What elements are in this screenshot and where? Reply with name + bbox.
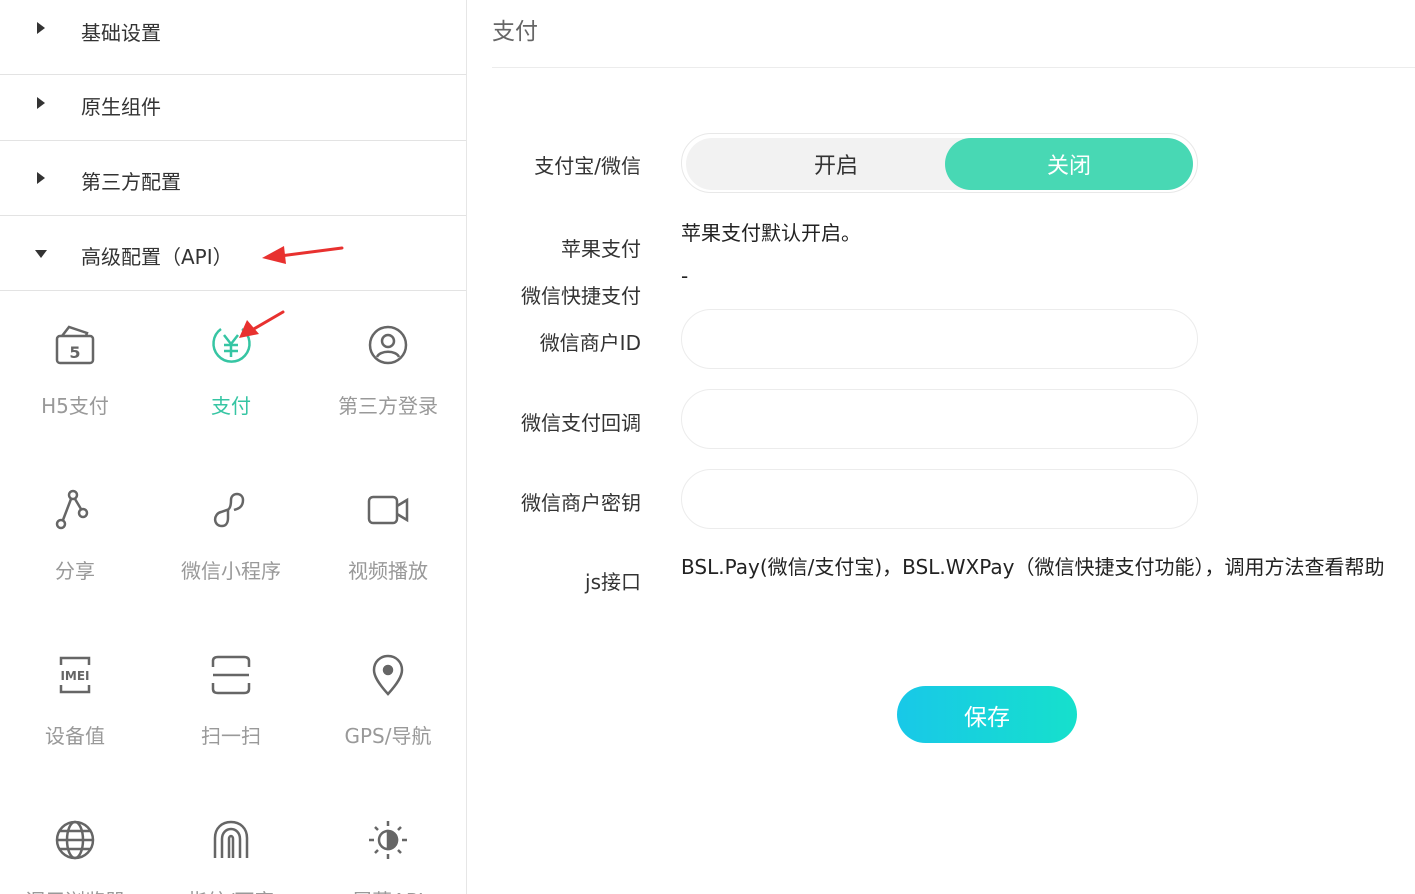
brightness-icon <box>369 821 407 859</box>
video-camera-icon <box>367 495 409 525</box>
wechat-quick-pay-label: 微信快捷支付 <box>521 284 641 308</box>
section-label: 第三方配置 <box>81 170 181 194</box>
tile-screen-api[interactable]: 屏幕API <box>310 818 466 894</box>
tile-label: 微信小程序 <box>181 559 281 583</box>
section-label: 原生组件 <box>81 95 161 119</box>
title-divider <box>492 67 1415 68</box>
tile-payment[interactable]: 支付 <box>153 323 309 443</box>
svg-text:5: 5 <box>69 343 80 362</box>
user-circle-icon <box>368 325 408 365</box>
mini-program-icon <box>213 492 245 528</box>
tile-label: 视频播放 <box>348 559 428 583</box>
pay-callback-label: 微信支付回调 <box>521 411 641 435</box>
wechat-quick-pay-value: - <box>681 264 689 288</box>
scan-icon <box>211 655 251 695</box>
js-interface-label: js接口 <box>585 570 641 594</box>
location-pin-icon <box>372 654 404 696</box>
yen-coin-icon <box>212 327 251 363</box>
tile-wechat-mini-program[interactable]: 微信小程序 <box>153 488 309 608</box>
merchant-key-label: 微信商户密钥 <box>521 491 641 515</box>
fingerprint-icon <box>213 820 249 858</box>
tile-scan[interactable]: 扫一扫 <box>153 653 309 773</box>
tile-h5-pay[interactable]: 5 H5支付 <box>0 323 153 443</box>
sidebar: 基础设置 原生组件 第三方配置 高级配置（API） 5 H5支付 支付 第三方登… <box>0 0 467 894</box>
caret-right-icon <box>37 97 45 109</box>
merchant-key-input[interactable] <box>681 469 1198 529</box>
sidebar-section-basic-settings[interactable]: 基础设置 <box>0 0 466 75</box>
tile-label: 调用浏览器 <box>0 885 153 894</box>
caret-down-icon <box>35 250 47 258</box>
tile-gps-navigation[interactable]: GPS/导航 <box>310 653 466 773</box>
sidebar-section-third-party-config[interactable]: 第三方配置 <box>0 141 466 216</box>
main-panel: 支付 支付宝/微信 开启 关闭 苹果支付 苹果支付默认开启。 微信快捷支付 - … <box>468 0 1415 894</box>
tile-share[interactable]: 分享 <box>0 488 153 608</box>
tile-label: 第三方登录 <box>338 394 438 418</box>
tile-device-value[interactable]: IMEI 设备值 <box>0 653 153 773</box>
tile-label: GPS/导航 <box>344 724 432 748</box>
tile-third-party-login[interactable]: 第三方登录 <box>310 323 466 443</box>
tile-video-playback[interactable]: 视频播放 <box>310 488 466 608</box>
tile-fingerprint-face[interactable]: 指纹/面容 <box>153 818 309 894</box>
svg-text:IMEI: IMEI <box>60 669 89 683</box>
merchant-id-input[interactable] <box>681 309 1198 369</box>
caret-right-icon <box>37 172 45 184</box>
tile-label: 支付 <box>211 394 251 418</box>
toggle-off-option[interactable]: 关闭 <box>945 138 1193 190</box>
tile-call-browser[interactable]: 调用浏览器 <box>0 818 153 894</box>
page-title: 支付 <box>492 19 538 45</box>
tile-label: 分享 <box>55 559 95 583</box>
sidebar-section-native-components[interactable]: 原生组件 <box>0 66 466 141</box>
h5-pay-icon: 5 <box>55 325 95 365</box>
apple-pay-label: 苹果支付 <box>561 237 641 261</box>
alipay-wechat-label: 支付宝/微信 <box>534 154 641 178</box>
caret-right-icon <box>37 22 45 34</box>
tile-label: 扫一扫 <box>201 724 261 748</box>
imei-icon: IMEI <box>59 656 91 694</box>
sidebar-section-advanced-config-api[interactable]: 高级配置（API） <box>0 216 466 291</box>
pay-callback-input[interactable] <box>681 389 1198 449</box>
apple-pay-text: 苹果支付默认开启。 <box>681 221 861 245</box>
tile-label: 设备值 <box>45 724 105 748</box>
section-label: 高级配置（API） <box>81 245 233 269</box>
section-label: 基础设置 <box>81 21 161 45</box>
share-icon <box>55 489 89 530</box>
save-button[interactable]: 保存 <box>897 686 1077 743</box>
js-interface-text: BSL.Pay(微信/支付宝)，BSL.WXPay（微信快捷支付功能），调用方法… <box>681 555 1385 579</box>
merchant-id-label: 微信商户ID <box>539 331 641 355</box>
tile-label: 指纹/面容 <box>153 885 309 894</box>
tile-label: H5支付 <box>41 394 109 418</box>
tile-label: 屏幕API <box>310 885 466 894</box>
globe-icon <box>55 820 95 860</box>
alipay-wechat-toggle[interactable]: 开启 关闭 <box>681 133 1198 193</box>
toggle-on-option[interactable]: 开启 <box>686 138 986 190</box>
